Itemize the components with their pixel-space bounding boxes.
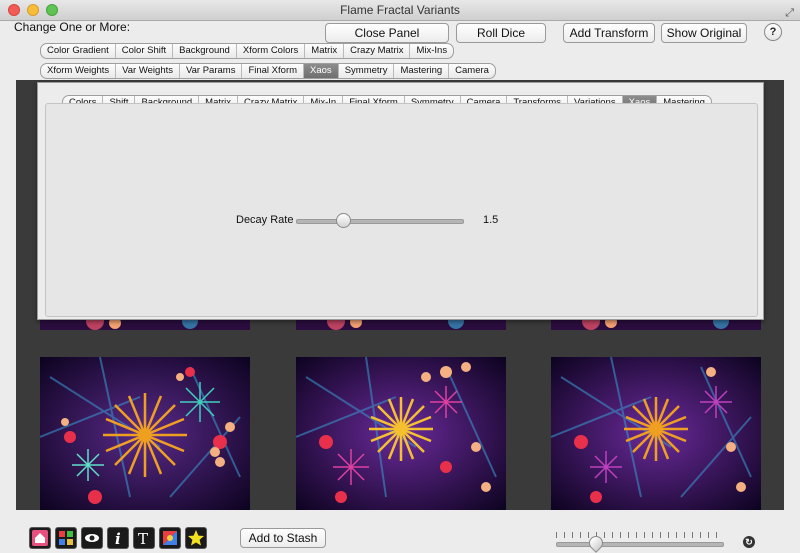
fullscreen-icon[interactable]: ⤢: [785, 3, 794, 23]
window-title: Flame Fractal Variants: [340, 3, 460, 17]
help-button[interactable]: ?: [764, 23, 782, 41]
zoom-ticks: [556, 532, 722, 538]
close-window-button[interactable]: [8, 4, 20, 16]
decay-rate-track[interactable]: [296, 219, 464, 224]
decay-rate-value: 1.5: [483, 214, 499, 226]
home-icon[interactable]: [29, 527, 51, 549]
variant-thumbnail[interactable]: [40, 357, 250, 510]
category-symmetry[interactable]: Symmetry: [339, 64, 395, 78]
roll-dice-button[interactable]: Roll Dice: [456, 23, 546, 43]
reset-zoom-icon[interactable]: ↻: [743, 536, 755, 548]
zoom-window-button[interactable]: [46, 4, 58, 16]
panel-content: Decay Rate 1.5: [45, 103, 758, 317]
category-final-xform[interactable]: Final Xform: [242, 64, 305, 78]
palette-icon[interactable]: [159, 527, 181, 549]
category-var-params[interactable]: Var Params: [180, 64, 243, 78]
decay-rate-knob[interactable]: [336, 213, 351, 228]
add-transform-button[interactable]: Add Transform: [563, 23, 655, 43]
svg-text:i: i: [115, 530, 121, 548]
close-panel-button[interactable]: Close Panel: [325, 23, 449, 43]
category-matrix[interactable]: Matrix: [305, 44, 345, 58]
variant-thumbnail[interactable]: [551, 357, 761, 510]
category-var-weights[interactable]: Var Weights: [116, 64, 180, 78]
category-xaos[interactable]: Xaos: [304, 64, 339, 78]
xaos-panel: ColorsShiftBackgroundMatrixCrazy MatrixM…: [37, 82, 764, 320]
info-icon[interactable]: i: [107, 527, 129, 549]
category-selector-row1: Color Gradient Color Shift Background Xform…: [40, 43, 455, 59]
add-to-stash-button[interactable]: Add to Stash: [240, 528, 326, 548]
star-icon[interactable]: [185, 527, 207, 549]
bottom-toolbar: i T Add to Stash ↻: [0, 524, 800, 553]
eye-icon[interactable]: [81, 527, 103, 549]
decay-rate-label: Decay Rate: [236, 214, 294, 226]
category-crazy-matrix[interactable]: Crazy Matrix: [344, 44, 411, 58]
category-background[interactable]: Background: [173, 44, 237, 58]
change-label: Change One or More:: [14, 20, 131, 34]
category-mastering[interactable]: Mastering: [394, 64, 450, 78]
zoom-slider-track[interactable]: [556, 542, 724, 547]
variant-thumbnail[interactable]: [296, 357, 506, 510]
category-color-shift[interactable]: Color Shift: [116, 44, 174, 58]
minimize-window-button[interactable]: [27, 4, 39, 16]
svg-text:T: T: [138, 530, 148, 548]
category-xform-colors[interactable]: Xform Colors: [237, 44, 306, 58]
category-color-gradient[interactable]: Color Gradient: [41, 44, 116, 58]
title-bar: Flame Fractal Variants ⤢: [0, 0, 800, 21]
show-original-button[interactable]: Show Original: [661, 23, 747, 43]
category-selector-row2: Xform Weights Var Weights Var Params Final …: [40, 63, 496, 79]
grid-icon[interactable]: [55, 527, 77, 549]
category-xform-weights[interactable]: Xform Weights: [41, 64, 117, 78]
category-mix-ins[interactable]: Mix-Ins: [410, 44, 453, 58]
text-icon[interactable]: T: [133, 527, 155, 549]
category-camera[interactable]: Camera: [449, 64, 495, 78]
